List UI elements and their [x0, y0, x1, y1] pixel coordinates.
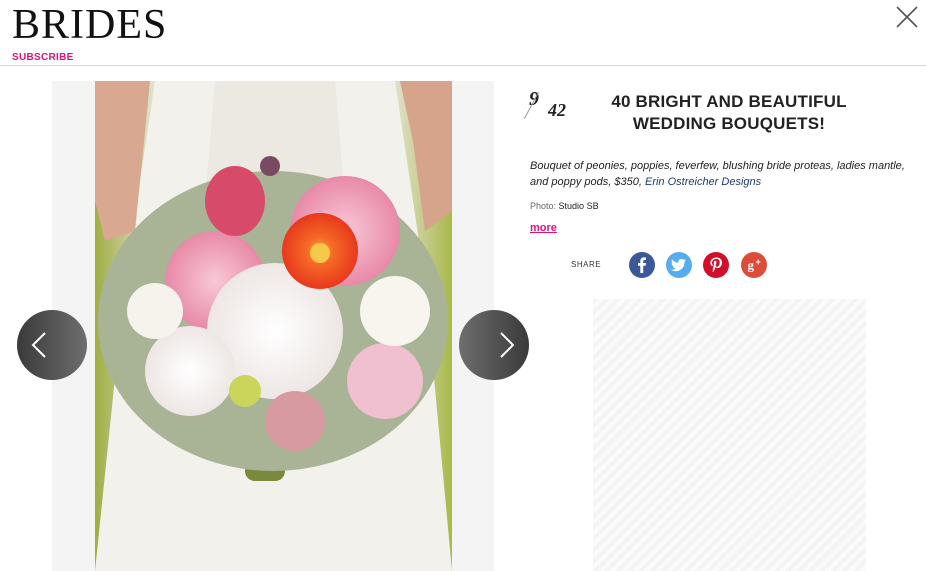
- photo-credit: Photo: Studio SB: [530, 201, 599, 211]
- slide-counter: 9 42: [523, 88, 578, 124]
- pinterest-share-button[interactable]: [703, 252, 729, 278]
- chevron-right-icon: [500, 332, 515, 358]
- gallery-title: 40 BRIGHT AND BEAUTIFUL WEDDING BOUQUETS…: [611, 92, 847, 133]
- advertisement-placeholder: [593, 299, 866, 571]
- pinterest-icon: [710, 257, 722, 273]
- google-plus-share-button[interactable]: g +: [741, 252, 767, 278]
- subscribe-link[interactable]: SUBSCRIBE: [12, 52, 74, 63]
- svg-text:g: g: [748, 258, 755, 273]
- designer-link[interactable]: Erin Ostreicher Designs: [645, 176, 761, 188]
- total-slide-count: 42: [548, 100, 566, 120]
- close-button[interactable]: [894, 4, 920, 30]
- more-link[interactable]: more: [530, 222, 557, 234]
- facebook-icon: [638, 257, 646, 273]
- facebook-share-button[interactable]: [629, 252, 655, 278]
- chevron-left-icon: [31, 332, 46, 358]
- bouquet-photo: [95, 81, 452, 571]
- twitter-icon: [671, 258, 686, 272]
- previous-slide-button[interactable]: [17, 310, 87, 380]
- svg-text:+: +: [756, 257, 761, 267]
- next-slide-button[interactable]: [459, 310, 529, 380]
- photo-credit-label: Photo:: [530, 201, 557, 211]
- site-header: BRIDES SUBSCRIBE: [0, 0, 926, 66]
- slide-caption: Bouquet of peonies, poppies, feverfew, b…: [530, 158, 920, 190]
- close-icon: [896, 6, 918, 28]
- google-plus-icon: g +: [748, 257, 761, 273]
- brides-logo[interactable]: BRIDES: [12, 2, 167, 48]
- twitter-share-button[interactable]: [666, 252, 692, 278]
- share-label: SHARE: [571, 260, 602, 269]
- photographer-name: Studio SB: [558, 201, 599, 211]
